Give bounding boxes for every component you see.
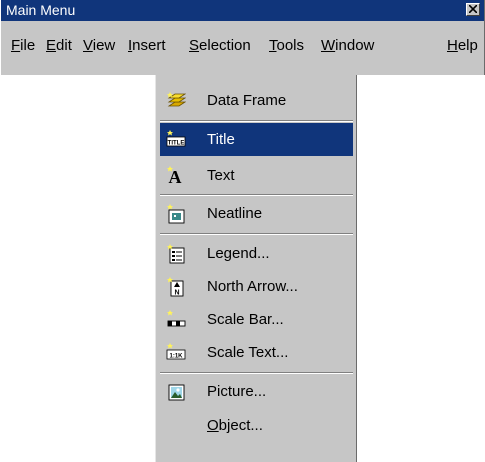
menu-item-label: Legend...: [207, 245, 270, 262]
svg-text:1:1K: 1:1K: [169, 353, 183, 359]
menu-separator: [160, 120, 353, 122]
menu-item-label: Neatline: [207, 205, 263, 222]
main-menu-window: Main Menu File Edit View Insert Selectio…: [0, 0, 485, 75]
text-icon: A: [167, 166, 182, 186]
menu-item-scale-text[interactable]: 1:1K Scale Text...: [160, 336, 353, 369]
menu-bar: File Edit View Insert Selection Tools Wi…: [1, 21, 484, 71]
title-bar: Main Menu: [1, 0, 484, 21]
menu-file[interactable]: File: [11, 37, 35, 54]
menu-separator: [160, 372, 353, 374]
insert-dropdown-menu: Data Frame TITLE Title A Text Neatline L…: [155, 75, 357, 462]
menu-help[interactable]: Help: [447, 37, 478, 54]
menu-item-neatline[interactable]: Neatline: [160, 197, 353, 230]
menu-item-legend[interactable]: Legend...: [160, 237, 353, 270]
svg-text:N: N: [174, 290, 179, 297]
menu-item-label: Title: [207, 131, 235, 148]
menu-item-label: Picture...: [207, 383, 267, 400]
menu-separator: [160, 233, 353, 235]
menu-item-label: North Arrow...: [207, 278, 298, 295]
window-title: Main Menu: [6, 2, 76, 18]
data-frame-icon: [167, 92, 186, 107]
north-arrow-icon: N: [167, 277, 184, 297]
title-icon: TITLE: [166, 130, 186, 147]
menu-edit[interactable]: Edit: [46, 37, 72, 54]
neatline-icon: [167, 204, 185, 224]
menu-window[interactable]: Window: [321, 37, 374, 54]
close-button[interactable]: [466, 3, 480, 16]
menu-item-scale-bar[interactable]: Scale Bar...: [160, 303, 353, 336]
menu-item-picture[interactable]: Picture...: [160, 375, 353, 408]
menu-tools[interactable]: Tools: [269, 37, 304, 54]
menu-item-north-arrow[interactable]: N North Arrow...: [160, 270, 353, 303]
svg-text:TITLE: TITLE: [168, 141, 185, 147]
scale-text-icon: 1:1K: [166, 343, 186, 360]
menu-item-label: Text: [207, 167, 235, 184]
menu-item-label: Data Frame: [207, 92, 287, 109]
menu-insert[interactable]: Insert: [128, 37, 166, 54]
menu-view[interactable]: View: [83, 37, 115, 54]
menu-item-label: Object...: [207, 417, 263, 434]
menu-item-data-frame[interactable]: Data Frame: [160, 84, 353, 117]
menu-item-label: Scale Bar...: [207, 311, 284, 328]
menu-item-object[interactable]: Object...: [160, 409, 353, 442]
scale-bar-icon: [167, 310, 186, 327]
legend-icon: [167, 244, 185, 264]
picture-icon: [168, 384, 185, 401]
menu-selection[interactable]: Selection: [189, 37, 251, 54]
menu-item-title[interactable]: TITLE Title: [160, 123, 353, 156]
menu-item-text[interactable]: A Text: [160, 159, 353, 192]
close-icon: [469, 5, 477, 13]
menu-item-label: Scale Text...: [207, 344, 289, 361]
menu-separator: [160, 194, 353, 196]
